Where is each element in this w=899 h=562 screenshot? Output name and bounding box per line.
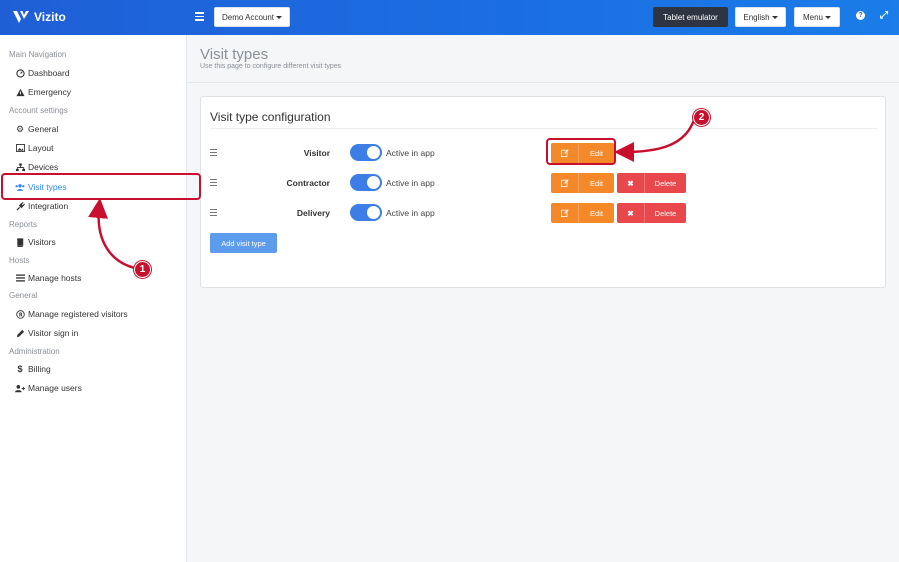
annotation-badge-2: 2 — [693, 109, 710, 126]
arrow-1 — [88, 198, 136, 270]
annotation-badge-1: 1 — [134, 261, 151, 278]
arrow-2 — [614, 119, 696, 162]
annotation-arrows — [88, 119, 696, 270]
